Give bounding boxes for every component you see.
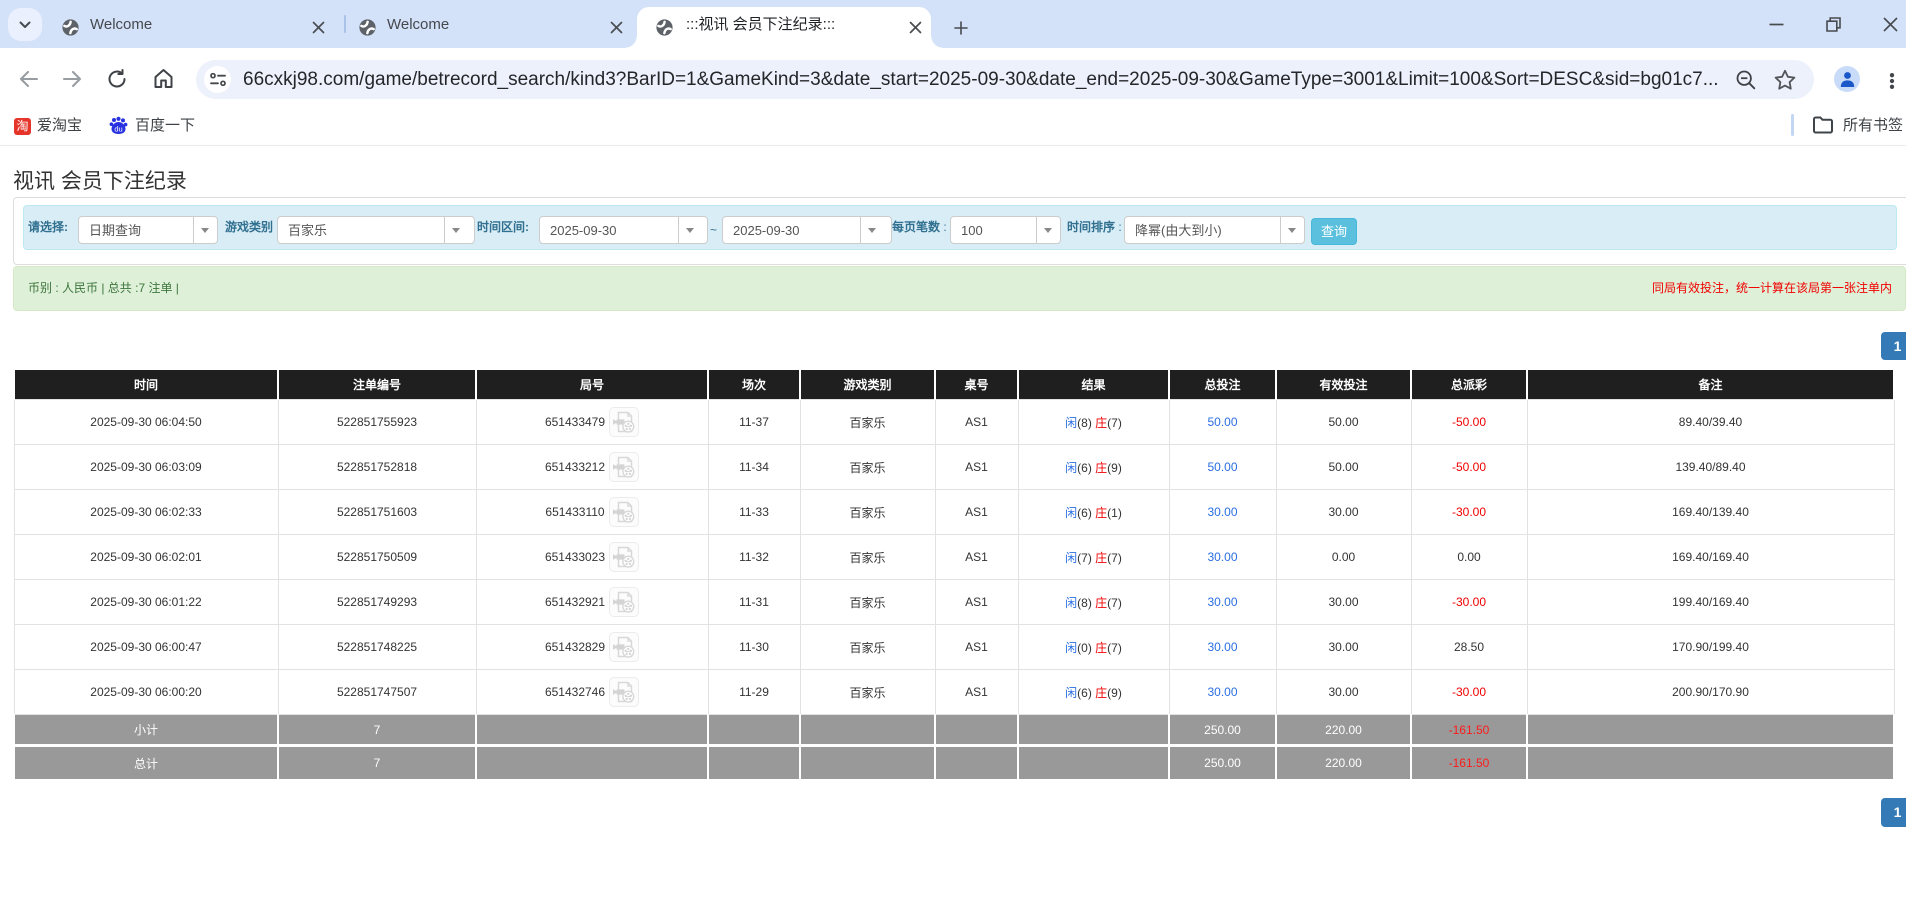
svg-text:du: du [114,125,122,134]
